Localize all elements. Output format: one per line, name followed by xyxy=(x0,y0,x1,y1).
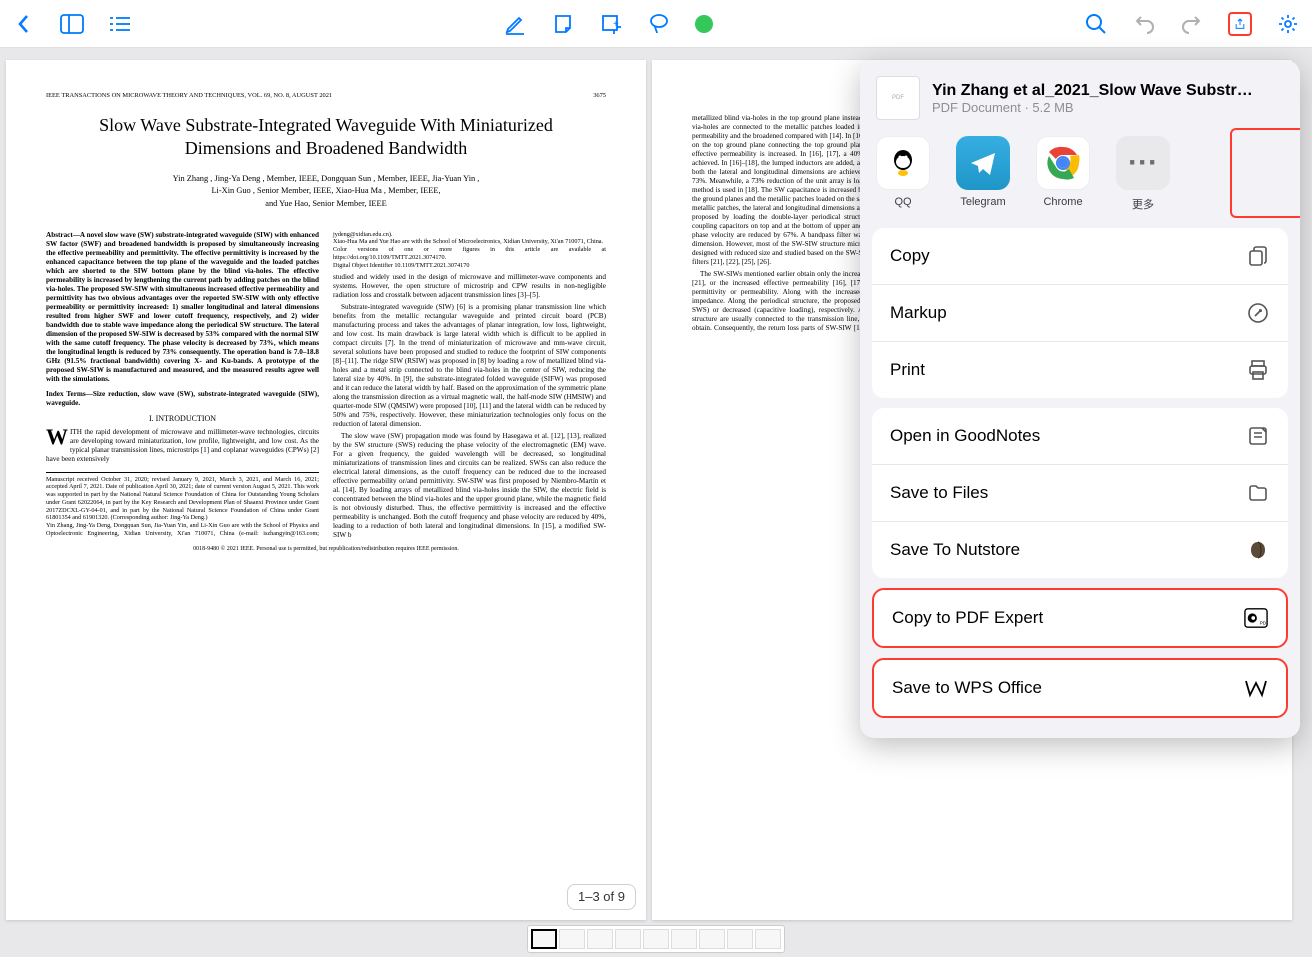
undo-icon[interactable] xyxy=(1132,12,1156,36)
qq-icon xyxy=(876,136,930,190)
thumb-6[interactable] xyxy=(671,929,697,949)
pen-icon[interactable] xyxy=(503,12,527,36)
share-header: PDF Yin Zhang et al_2021_Slow Wave Subst… xyxy=(860,60,1300,136)
thumb-4[interactable] xyxy=(615,929,641,949)
telegram-icon xyxy=(956,136,1010,190)
thumb-5[interactable] xyxy=(643,929,669,949)
copy-icon xyxy=(1246,244,1270,268)
paper-title: Slow Wave Substrate-Integrated Waveguide… xyxy=(66,114,586,161)
markup-icon xyxy=(1246,301,1270,325)
action-nutstore[interactable]: Save To Nutstore xyxy=(872,522,1288,578)
nutstore-icon xyxy=(1246,538,1270,562)
outline-icon[interactable] xyxy=(108,12,132,36)
authors-block: Yin Zhang , Jing-Ya Deng , Member, IEEE,… xyxy=(66,173,586,211)
action-goodnotes[interactable]: Open in GoodNotes xyxy=(872,408,1288,465)
action-wps[interactable]: Save to WPS Office xyxy=(874,660,1286,716)
share-actions-highlighted-2: Save to WPS Office xyxy=(872,658,1288,718)
running-head: IEEE TRANSACTIONS ON MICROWAVE THEORY AN… xyxy=(46,92,332,100)
page-number: 3675 xyxy=(593,92,606,100)
index-terms: Index Terms—Size reduction, slow wave (S… xyxy=(46,390,319,408)
crop-icon[interactable]: + xyxy=(599,12,623,36)
thumb-1[interactable] xyxy=(531,929,557,949)
action-pdfexpert[interactable]: Copy to PDF Expert PDF xyxy=(874,590,1286,646)
pdf-page-1: IEEE TRANSACTIONS ON MICROWAVE THEORY AN… xyxy=(6,60,646,920)
copyright-line: 0018-9480 © 2021 IEEE. Personal use is p… xyxy=(46,546,606,554)
note-icon[interactable] xyxy=(551,12,575,36)
thumb-2[interactable] xyxy=(559,929,585,949)
sidebar-toggle-icon[interactable] xyxy=(60,12,84,36)
pdfexpert-icon: PDF xyxy=(1244,606,1268,630)
thumb-9[interactable] xyxy=(755,929,781,949)
body-col2a: studied and widely used in the design of… xyxy=(333,273,606,300)
action-copy[interactable]: Copy xyxy=(872,228,1288,285)
wps-icon xyxy=(1244,676,1268,700)
share-icon[interactable] xyxy=(1228,12,1252,36)
share-actions-secondary: Open in GoodNotes Save to Files Save To … xyxy=(872,408,1288,578)
abstract: Abstract—A novel slow wave (SW) substrat… xyxy=(46,231,319,384)
share-file-title: Yin Zhang et al_2021_Slow Wave Substr… xyxy=(932,81,1253,100)
highlight-more-app xyxy=(1230,128,1300,218)
intro-paragraph: WITH the rapid development of microwave … xyxy=(46,428,319,464)
svg-text:+: + xyxy=(613,19,619,30)
share-app-row: QQ Telegram Chrome ··· 更多 xyxy=(860,136,1300,228)
more-icon: ··· xyxy=(1116,136,1170,190)
toolbar: + xyxy=(0,0,1312,48)
settings-icon[interactable] xyxy=(1276,12,1300,36)
share-app-qq[interactable]: QQ xyxy=(876,136,930,212)
chrome-icon xyxy=(1036,136,1090,190)
folder-icon xyxy=(1246,481,1270,505)
color-dot-green[interactable] xyxy=(695,15,713,33)
print-icon xyxy=(1246,358,1270,382)
share-actions-primary: Copy Markup Print xyxy=(872,228,1288,398)
action-print[interactable]: Print xyxy=(872,342,1288,398)
share-file-thumbnail: PDF xyxy=(876,76,920,120)
thumb-8[interactable] xyxy=(727,929,753,949)
share-app-telegram[interactable]: Telegram xyxy=(956,136,1010,212)
search-icon[interactable] xyxy=(1084,12,1108,36)
goodnotes-icon xyxy=(1246,424,1270,448)
share-sheet: PDF Yin Zhang et al_2021_Slow Wave Subst… xyxy=(860,60,1300,738)
body-col2c: The slow wave (SW) propagation mode was … xyxy=(333,432,606,540)
thumbnail-strip[interactable] xyxy=(527,925,785,953)
thumb-3[interactable] xyxy=(587,929,613,949)
body-col2b: Substrate-integrated waveguide (SIW) [6]… xyxy=(333,303,606,429)
page-counter: 1–3 of 9 xyxy=(567,884,636,910)
action-files[interactable]: Save to Files xyxy=(872,465,1288,522)
lasso-icon[interactable] xyxy=(647,12,671,36)
share-app-more[interactable]: ··· 更多 xyxy=(1116,136,1170,212)
svg-text:PDF: PDF xyxy=(1260,620,1268,625)
share-actions-highlighted-1: Copy to PDF Expert PDF xyxy=(872,588,1288,648)
back-button[interactable] xyxy=(12,12,36,36)
redo-icon[interactable] xyxy=(1180,12,1204,36)
thumb-7[interactable] xyxy=(699,929,725,949)
share-file-subtitle: PDF Document · 5.2 MB xyxy=(932,100,1253,115)
action-markup[interactable]: Markup xyxy=(872,285,1288,342)
section-heading: I. INTRODUCTION xyxy=(46,414,319,424)
share-app-chrome[interactable]: Chrome xyxy=(1036,136,1090,212)
